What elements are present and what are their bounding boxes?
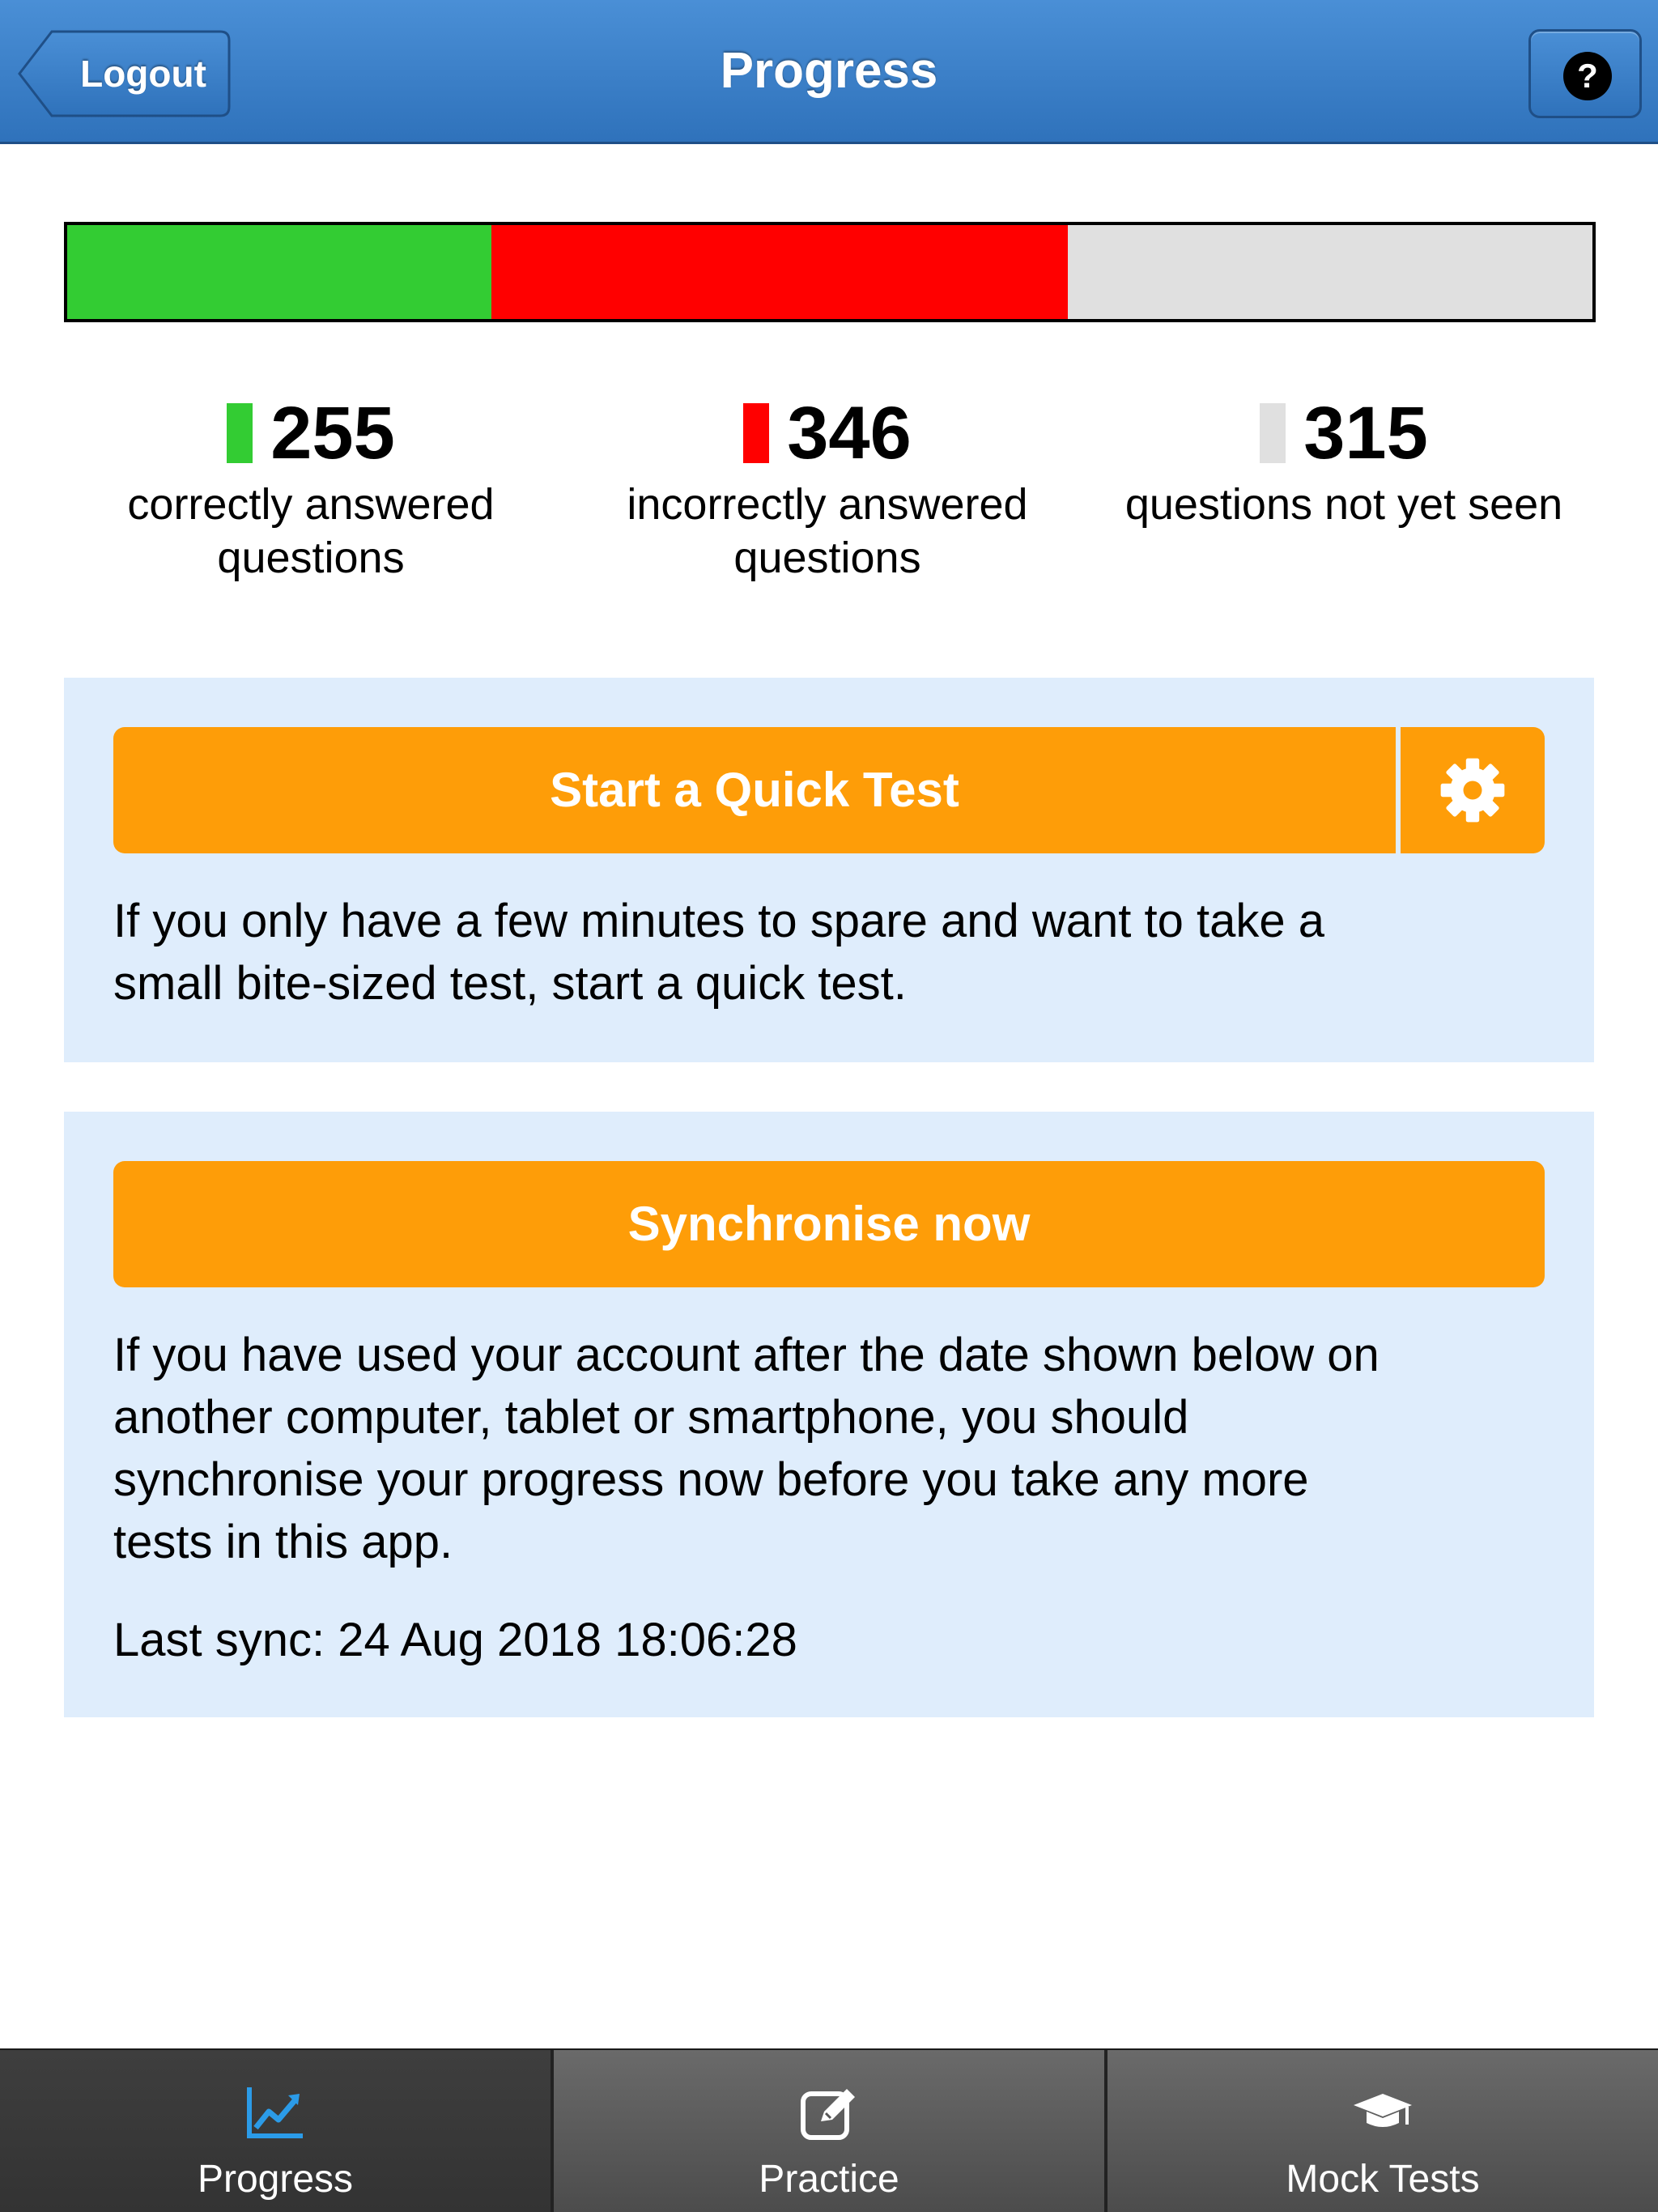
sync-description: If you have used your account after the …: [113, 1324, 1545, 1573]
tab-mock-tests-label: Mock Tests: [1286, 2158, 1480, 2201]
correct-count: 255: [270, 392, 395, 474]
quick-test-description-line1: If you only have a few minutes to spare …: [113, 895, 1324, 947]
last-sync-text: Last sync: 24 Aug 2018 18:06:28: [113, 1614, 797, 1666]
incorrect-label-line2: questions: [733, 534, 921, 582]
sync-panel: Synchronise now If you have used your ac…: [64, 1112, 1594, 1717]
page-title: Progress: [720, 43, 938, 99]
gear-icon: [1440, 758, 1505, 823]
tab-bar: Progress Practice Mock Tests: [0, 2048, 1658, 2212]
question-circle-icon: ?: [1563, 52, 1612, 100]
synchronise-now-button[interactable]: Synchronise now: [113, 1161, 1545, 1287]
unseen-count: 315: [1303, 392, 1428, 474]
graduation-cap-icon: [1354, 2094, 1412, 2127]
quick-test-description-line2: small bite-sized test, start a quick tes…: [113, 957, 907, 1010]
tab-practice-label: Practice: [759, 2158, 899, 2201]
start-quick-test-button[interactable]: Start a Quick Test: [113, 727, 1396, 853]
sync-description-line2: another computer, tablet or smartphone, …: [113, 1391, 1189, 1444]
stat-unseen: 315 questions not yet seen: [1085, 389, 1603, 531]
tab-practice[interactable]: Practice: [551, 2050, 1104, 2212]
nav-header: Logout Progress ?: [0, 0, 1658, 144]
unseen-label-line1: questions not yet seen: [1124, 480, 1563, 529]
help-button[interactable]: ?: [1528, 29, 1642, 118]
quick-test-description: If you only have a few minutes to spare …: [113, 890, 1545, 1015]
tab-progress-label: Progress: [197, 2158, 354, 2201]
progress-segment-unseen: [1068, 225, 1592, 319]
legend-swatch-unseen: [1260, 403, 1286, 463]
sync-description-line1: If you have used your account after the …: [113, 1329, 1380, 1381]
stat-incorrect: 346 incorrectly answered questions: [568, 389, 1086, 585]
incorrect-label-line1: incorrectly answered: [627, 480, 1028, 529]
sync-description-line4: tests in this app.: [113, 1516, 453, 1568]
correct-label-line2: questions: [217, 534, 405, 582]
legend-swatch-correct: [227, 403, 253, 463]
tab-progress[interactable]: Progress: [0, 2050, 551, 2212]
svg-text:?: ?: [1577, 57, 1598, 95]
progress-segment-correct: [67, 225, 492, 319]
stat-correct: 255 correctly answered questions: [52, 389, 570, 585]
correct-label-line1: correctly answered: [127, 480, 495, 529]
progress-bar: [64, 222, 1596, 322]
legend-swatch-incorrect: [743, 403, 770, 463]
progress-segment-incorrect: [491, 225, 1069, 319]
tab-mock-tests[interactable]: Mock Tests: [1104, 2050, 1658, 2212]
edit-icon: [801, 2089, 855, 2140]
chart-line-icon: [247, 2087, 303, 2138]
incorrect-count: 346: [787, 392, 912, 474]
quick-test-panel: Start a Quick Test If you only have a fe…: [64, 678, 1594, 1062]
quick-test-settings-button[interactable]: [1401, 727, 1545, 853]
sync-description-line3: synchronise your progress now before you…: [113, 1453, 1309, 1506]
